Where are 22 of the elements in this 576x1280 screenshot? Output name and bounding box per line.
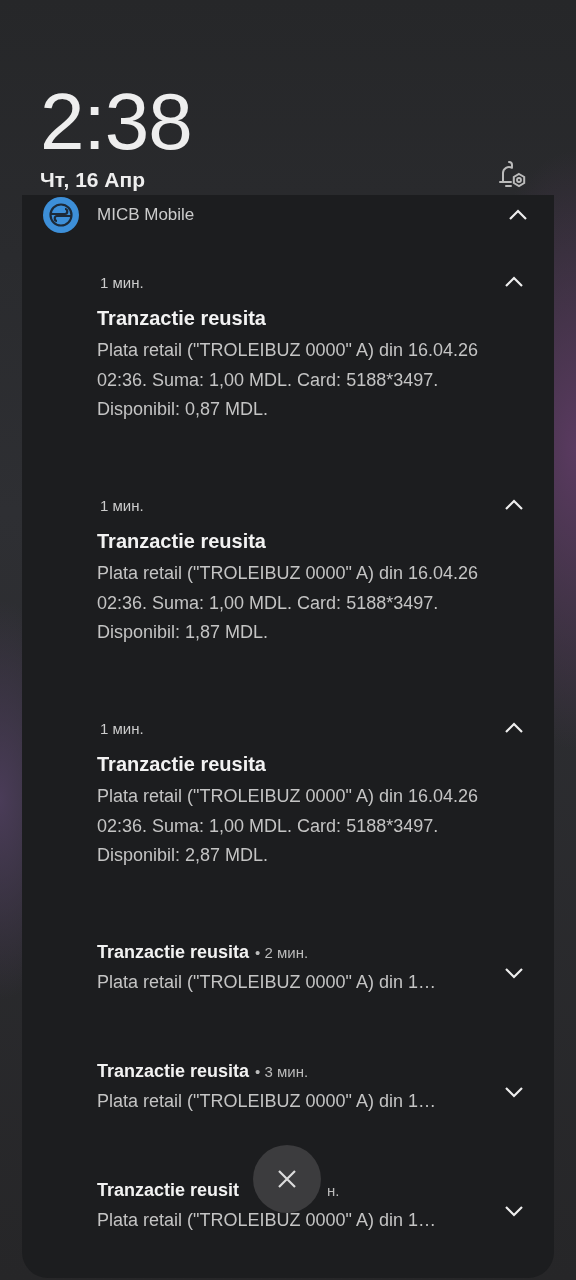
app-name: MICB Mobile — [97, 205, 196, 225]
notification-text: Plata retail ("TROLEIBUZ 0000" A) din 16.04.26 02:36. Suma: 1,00 MDL. Card: 5188*3497. Disponibil: 0,87 MDL. — [97, 339, 479, 421]
notification-time: 1 мин. — [100, 719, 144, 737]
notification-title: Tranzactie reusit — [97, 1180, 240, 1201]
notification-time: • 3 мин. — [255, 1063, 309, 1080]
notification-time: н. — [327, 1182, 340, 1199]
bank-logo-icon — [43, 197, 79, 233]
clock: 2:38 — [40, 78, 193, 166]
notification-title: Tranzactie reusita — [97, 752, 267, 777]
notification-title: Tranzactie reusita — [97, 306, 267, 331]
notification-text: Plata retail ("TROLEIBUZ 0000" A) din 16.04.26 02:36. Suma: 1,00 MDL. Card: 5188*3497. Disponibil: 2,87 MDL. — [97, 785, 479, 867]
notification-time: 1 мин. — [100, 273, 144, 291]
notification-text: Plata retail ("TROLEIBUZ 0000" A) din 1… — [97, 1090, 437, 1113]
notification-text: Plata retail ("TROLEIBUZ 0000" A) din 16.04.26 02:36. Suma: 1,00 MDL. Card: 5188*3497. Disponibil: 1,87 MDL. — [97, 562, 479, 644]
notification-time: 1 мин. — [100, 496, 144, 514]
notification-title: Tranzactie reusita — [97, 529, 267, 554]
date: Чт, 16 Апр — [40, 168, 145, 192]
notification-text: Plata retail ("TROLEIBUZ 0000" A) din 1… — [97, 1209, 437, 1232]
notification-title: Tranzactie reusita — [97, 1061, 250, 1082]
notification-text: Plata retail ("TROLEIBUZ 0000" A) din 1… — [97, 971, 437, 994]
notification-title: Tranzactie reusita — [97, 942, 250, 963]
notification-time: • 2 мин. — [255, 944, 309, 961]
